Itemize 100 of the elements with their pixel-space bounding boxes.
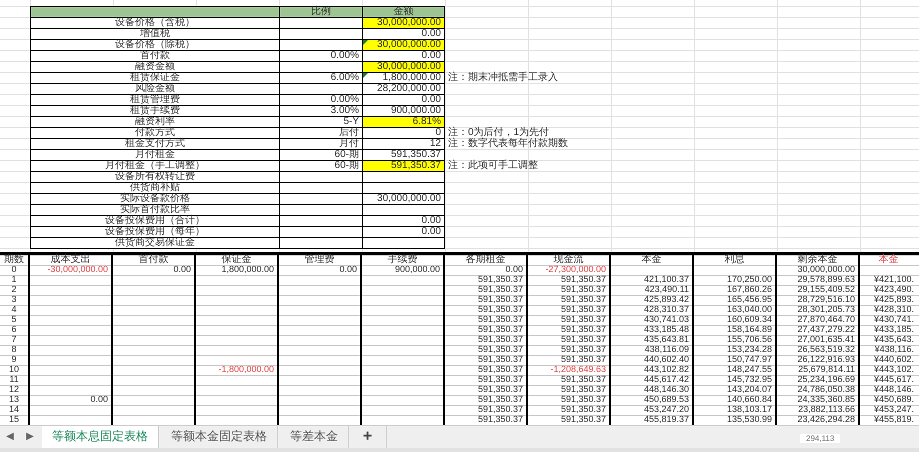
scroll-left-button[interactable]: ◀ (0, 426, 20, 448)
row-label: 租赁手续费 (30, 106, 280, 117)
sheet-tab[interactable]: 等额本息固定表格 (42, 426, 159, 448)
table-cell: 后付 (280, 128, 363, 139)
table-cell-text: 591,350.37 (476, 405, 524, 415)
table-cell-text: 145,732.95 (726, 375, 773, 385)
table-cell-text: 163,040.00 (726, 305, 773, 315)
table-cell: 0.00% (280, 95, 363, 106)
table-cell-text: -1,800,000.00 (217, 365, 275, 375)
table-cell-text: 28,301,205.73 (796, 305, 856, 315)
table-cell-text: 165,456.95 (726, 295, 773, 305)
table-cell-text: 26,563,519.32 (796, 345, 856, 355)
table-cell-text: ¥445,617. (872, 375, 915, 385)
row-label: 风险金额 (30, 84, 280, 95)
row-label: 首付款 (30, 51, 280, 62)
table-cell-text: 167,860.26 (726, 285, 773, 295)
column-header: 成本支出 (50, 255, 92, 265)
table-cell-text: 23,882,113.66 (797, 405, 856, 415)
table-cell-text: 14 (8, 405, 20, 415)
table-cell-text: 591,350.37 (476, 315, 524, 325)
table-cell-text: 591,350.37 (560, 405, 607, 415)
table-cell-text: 453,247.20 (642, 405, 690, 415)
table-cell: 30,000,000.00 (363, 62, 445, 73)
row-label: 租赁管理费 (30, 95, 280, 106)
table-cell-text: 138,103.17 (726, 405, 773, 415)
table-cell: 60-期 (280, 150, 363, 161)
table-cell-text: 438,116.09 (644, 345, 690, 355)
table-cell-text: ¥453,247. (872, 405, 915, 415)
table-cell-text: 24,335,360.85 (796, 395, 856, 405)
table-cell-text: ¥455,819. (872, 415, 915, 425)
table-cell-text: 591,350.37 (476, 285, 524, 295)
table-cell-text: 591,350.37 (476, 395, 524, 405)
column-header: 利息 (724, 255, 746, 265)
column-header: 手续费 (386, 255, 418, 265)
table-cell-text: 425,893.42 (642, 295, 690, 305)
table-cell-text: 445,617.42 (642, 375, 690, 385)
table-cell-text: 1,800,000.00 (220, 265, 275, 275)
table-cell-text: 11 (8, 375, 20, 385)
table-cell: 591,350.37 (363, 161, 445, 172)
table-cell-text: 591,350.37 (476, 335, 524, 345)
table-cell-text: ¥443,102. (872, 365, 915, 375)
table-cell: 591,350.37 (363, 150, 445, 161)
table-cell-text: 591,350.37 (560, 305, 607, 315)
table-cell-text: 143,204.07 (726, 385, 773, 395)
note-text: 注：数字代表每年付款期数 (448, 138, 568, 149)
row-label: 实际设备款价格 (30, 194, 280, 205)
table-cell-text: 26,122,916.93 (796, 355, 856, 365)
note-text: 注：此项可手工调整 (448, 160, 538, 171)
table-cell: 900,000.00 (363, 106, 445, 117)
table-cell: 0 (363, 128, 445, 139)
column-header: 管理费 (304, 255, 336, 265)
table-cell-text: ¥428,310. (872, 305, 915, 315)
table-cell-text: 148,247.55 (726, 365, 773, 375)
table-cell-text: 900,000.00 (394, 265, 441, 275)
table-cell-text: ¥440,602. (872, 355, 915, 365)
table-cell-text: ¥438,116. (874, 345, 915, 355)
table-cell-text: 9 (10, 355, 18, 365)
table-cell-text: 591,350.37 (476, 365, 524, 375)
table-cell: 0.00 (363, 95, 445, 106)
table-cell-text: 28,729,516.10 (796, 295, 856, 305)
header-cell: 比例 (280, 6, 363, 18)
scroll-right-button[interactable]: ▶ (20, 426, 40, 448)
table-cell-text: 27,437,279.22 (796, 325, 856, 335)
table-cell-text: 27,001,635.41 (796, 335, 856, 345)
table-cell-text: 160,609.34 (726, 315, 773, 325)
table-cell: 6.00% (280, 73, 363, 84)
table-cell-text: 25,679,814.11 (797, 365, 856, 375)
table-cell-text: 591,350.37 (476, 295, 524, 305)
table-cell-text: 435,643.81 (642, 335, 690, 345)
table-cell: 5-Y (280, 117, 363, 128)
table-cell: 0.00 (363, 29, 445, 40)
table-cell-text: ¥421,100. (872, 275, 915, 285)
table-cell-text: 25,234,196.69 (796, 375, 856, 385)
table-cell: 0.00% (280, 51, 363, 62)
table-cell-text: 591,350.37 (560, 395, 607, 405)
table-cell-text: 140,660.84 (726, 395, 773, 405)
table-cell-text: 443,102.82 (642, 365, 690, 375)
table-cell-text: 0 (10, 265, 18, 275)
table-cell: 30,000,000.00 (363, 194, 445, 205)
table-cell-text: 0.00 (504, 265, 524, 275)
row-label: 增值税 (30, 29, 280, 40)
note-text: 注：期末冲抵需手工录入 (448, 72, 558, 83)
table-cell-text: 450,689.53 (642, 395, 690, 405)
table-cell-text: 5 (10, 315, 18, 325)
row-label: 融资利率 (30, 117, 280, 128)
table-cell-text: 448,146.30 (642, 385, 690, 395)
row-label: 月付租金 (30, 150, 280, 161)
table-cell-text: ¥450,689. (872, 395, 915, 405)
table-cell-text: 155,706.56 (726, 335, 773, 345)
table-cell-text: 440,602.40 (642, 355, 690, 365)
row-label: 月付租金（手工调整） (30, 161, 280, 172)
table-cell-text: 591,350.37 (560, 335, 607, 345)
cell-text: 294,113 (800, 434, 840, 443)
table-cell-text: 27,870,464.70 (796, 315, 856, 325)
table-cell: 60-期 (280, 161, 363, 172)
table-cell-text: 591,350.37 (560, 295, 607, 305)
table-cell-text: ¥425,893. (872, 295, 915, 305)
table-cell-text: ¥430,741. (872, 315, 915, 325)
table-cell: 0.00 (363, 51, 445, 62)
table-cell-text: 10 (8, 365, 20, 375)
